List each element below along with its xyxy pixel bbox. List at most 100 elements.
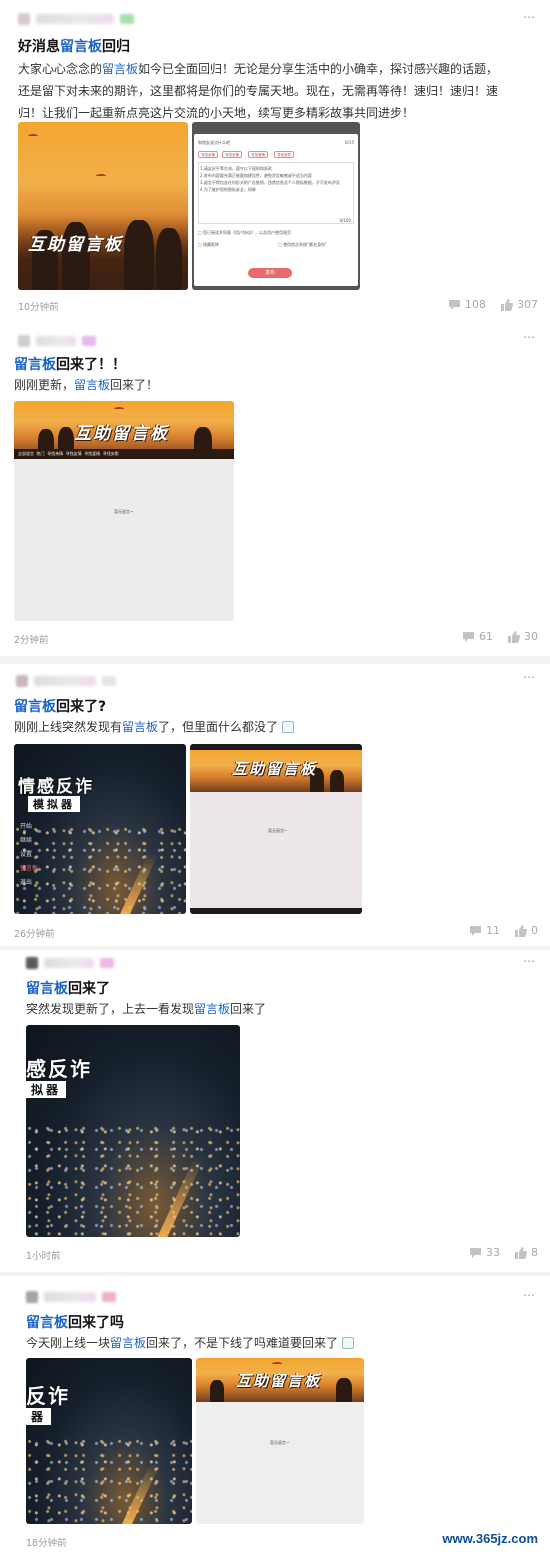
like-button[interactable]: 307 — [500, 298, 538, 311]
more-options-icon[interactable]: ⋯ — [523, 1288, 536, 1302]
avatar[interactable] — [18, 13, 30, 25]
author-badge — [102, 1292, 116, 1302]
post-card: ⋯ 留言板回来了！！ 刚刚更新，留言板回来了！ 互助留言板 全部留言 热门 寻找… — [0, 326, 550, 656]
emoji-icon — [341, 1337, 354, 1349]
thumbs-up-icon — [515, 924, 527, 937]
poster-title: 互助留言板 — [236, 1372, 322, 1390]
author-name[interactable] — [34, 676, 96, 686]
more-options-icon[interactable]: ⋯ — [523, 670, 536, 684]
keyword-link[interactable]: 留言板 — [74, 378, 110, 392]
like-button[interactable]: 8 — [514, 1246, 538, 1259]
menu-item[interactable]: 退出 — [20, 876, 38, 890]
post-time: 2分钟前 — [14, 635, 49, 646]
keyword-link[interactable]: 留言板 — [14, 357, 56, 373]
avatar[interactable] — [26, 1291, 38, 1303]
post-title[interactable]: 留言板回来了 — [26, 978, 110, 998]
post-time: 26分钟前 — [14, 929, 55, 940]
author-badge — [120, 14, 134, 24]
post-body: 突然发现更新了，上去一看发现留言板回来了 — [26, 1002, 267, 1016]
author-name[interactable] — [44, 1292, 96, 1302]
keyword-link[interactable]: 留言板 — [60, 39, 102, 55]
avatar[interactable] — [16, 675, 28, 687]
keyword-link[interactable]: 留言板 — [102, 62, 138, 76]
post-image-game-menu[interactable]: 情感反诈 模拟器 开始 继续 设置 留言板 退出 — [14, 744, 186, 914]
post-title[interactable]: 留言板回来了? — [14, 696, 106, 716]
avatar[interactable] — [18, 335, 30, 347]
game-title: 感反诈 — [26, 1057, 92, 1081]
more-options-icon[interactable]: ⋯ — [523, 330, 536, 344]
post-image-game-menu[interactable]: 感反诈 拟器 — [26, 1025, 240, 1237]
author-name[interactable] — [36, 336, 76, 346]
comment-button[interactable]: 61 — [462, 630, 493, 643]
keyword-link[interactable]: 留言板 — [26, 1315, 68, 1331]
game-subtitle: 器 — [26, 1408, 52, 1425]
menu-item[interactable]: 设置 — [20, 848, 38, 862]
post-title[interactable]: 好消息留言板回归 — [18, 36, 130, 56]
post-card: ⋯ 留言板回来了? 刚刚上线突然发现有留言板了，但里面什么都没了 情感反诈 模拟… — [0, 664, 550, 946]
game-subtitle: 模拟器 — [28, 796, 80, 812]
keyword-link[interactable]: 留言板 — [14, 699, 56, 715]
site-watermark: www.365jz.com — [438, 1529, 542, 1548]
author-info[interactable] — [16, 674, 116, 688]
poster-title: 互助留言板 — [232, 760, 318, 778]
post-card: ⋯ 留言板回来了吗 今天刚上线一块留言板回来了，不是下线了吗难道要回来了 反诈 … — [0, 1276, 550, 1554]
post-body: 刚刚上线突然发现有留言板了，但里面什么都没了 — [14, 716, 294, 738]
author-name[interactable] — [36, 14, 114, 24]
post-card: ⋯ 好消息留言板回归 大家心心念念的留言板如今已全面回归！无论是分享生活中的小确… — [0, 0, 550, 326]
poster-title: 互助留言板 — [74, 424, 169, 444]
post-image-poster[interactable]: 互助留言板 — [18, 122, 188, 290]
thumbs-up-icon — [515, 1246, 527, 1259]
post-image-board[interactable]: 互助留言板 全部留言 热门 寻找亲情 寻找友情 寻找爱情 寻找安慰 暂无留言~ — [14, 401, 234, 621]
post-image-form[interactable]: 和朋友说点什么吧 0/15 寻找亲情 寻找友情 寻找爱情 寻找安慰 1.请友好平… — [192, 122, 360, 290]
menu-item[interactable]: 留言板 — [20, 862, 38, 876]
post-time: 10分钟前 — [18, 302, 59, 313]
keyword-link[interactable]: 留言板 — [110, 1336, 146, 1350]
post-body: 大家心心念念的留言板如今已全面回归！无论是分享生活中的小确幸，探讨感兴趣的话题，… — [18, 62, 499, 120]
post-stats: 33 8 — [469, 1246, 538, 1259]
author-info[interactable] — [18, 334, 96, 348]
post-stats: 61 30 — [462, 630, 538, 643]
post-image-board[interactable]: 互助留言板 暂无留言~ — [196, 1358, 364, 1524]
post-title[interactable]: 留言板回来了！！ — [14, 354, 126, 374]
game-menu: 开始 继续 设置 留言板 退出 — [20, 820, 38, 890]
more-options-icon[interactable]: ⋯ — [523, 954, 536, 968]
post-title[interactable]: 留言板回来了吗 — [26, 1312, 124, 1332]
avatar[interactable] — [26, 957, 38, 969]
poster-title: 互助留言板 — [28, 235, 123, 255]
author-badge — [82, 336, 96, 346]
author-info[interactable] — [26, 1290, 116, 1304]
comment-icon — [470, 1247, 481, 1258]
author-info[interactable] — [26, 956, 114, 970]
game-title: 反诈 — [26, 1384, 70, 1408]
game-title: 情感反诈 — [18, 777, 94, 797]
comment-button[interactable]: 11 — [469, 924, 500, 937]
author-badge — [102, 676, 116, 686]
comment-button[interactable]: 108 — [448, 298, 486, 311]
post-time: 1小时前 — [26, 1251, 61, 1262]
game-subtitle: 拟器 — [26, 1081, 67, 1098]
more-options-icon[interactable]: ⋯ — [523, 10, 536, 24]
comment-icon — [449, 299, 460, 310]
keyword-link[interactable]: 留言板 — [122, 720, 158, 734]
keyword-link[interactable]: 留言板 — [194, 1002, 230, 1016]
submit-button[interactable]: 发布 — [248, 268, 292, 278]
author-badge — [100, 958, 114, 968]
thumbs-up-icon — [508, 630, 520, 643]
post-image-board[interactable]: 互助留言板 暂无留言~ — [190, 744, 362, 914]
post-stats: 11 0 — [469, 924, 538, 937]
post-time: 18分钟前 — [26, 1538, 67, 1549]
menu-item[interactable]: 开始 — [20, 820, 38, 834]
keyword-link[interactable]: 留言板 — [26, 981, 68, 997]
author-name[interactable] — [44, 958, 94, 968]
post-image-game-menu[interactable]: 反诈 器 — [26, 1358, 192, 1524]
author-info[interactable] — [18, 12, 134, 26]
emoji-icon — [281, 721, 294, 733]
post-stats: 108 307 — [448, 298, 538, 311]
menu-item[interactable]: 继续 — [20, 834, 38, 848]
comment-button[interactable]: 33 — [469, 1246, 500, 1259]
comment-icon — [463, 631, 474, 642]
thumbs-up-icon — [501, 298, 513, 311]
like-button[interactable]: 0 — [514, 924, 538, 937]
post-body: 今天刚上线一块留言板回来了，不是下线了吗难道要回来了 — [26, 1332, 354, 1354]
like-button[interactable]: 30 — [507, 630, 538, 643]
